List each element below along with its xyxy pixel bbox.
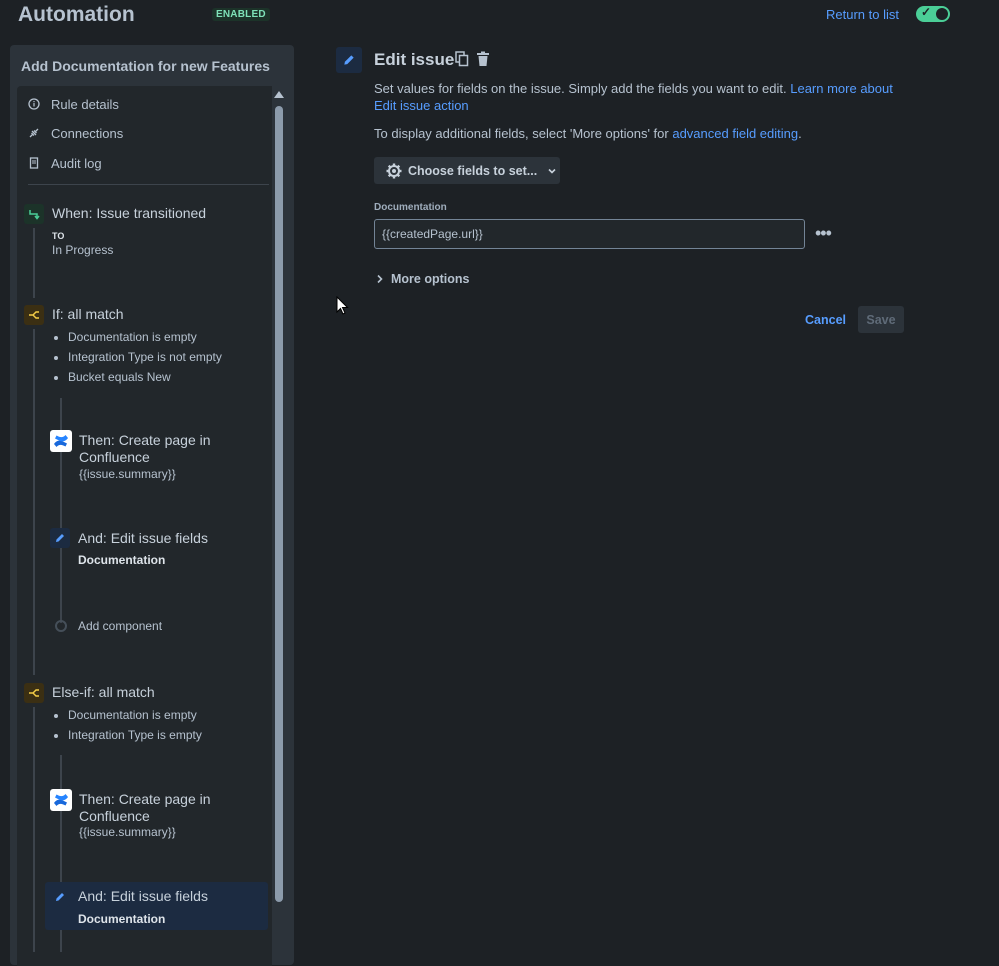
- condition-item: Integration Type is empty: [68, 725, 202, 745]
- add-component-link[interactable]: Add component: [78, 619, 162, 633]
- more-options-label: More options: [391, 272, 470, 286]
- flow-line: [33, 228, 35, 298]
- additional-fields-hint: To display additional fields, select 'Mo…: [374, 126, 802, 141]
- chevron-down-icon: [547, 166, 557, 176]
- choose-fields-label: Choose fields to set...: [408, 163, 538, 178]
- pencil-icon: [336, 47, 362, 73]
- copy-icon[interactable]: [455, 51, 469, 70]
- confluence-icon: [50, 430, 72, 452]
- edit-fields-title[interactable]: And: Edit issue fields: [78, 530, 208, 546]
- rule-enabled-toggle[interactable]: ✓: [916, 5, 950, 22]
- trigger-icon: [24, 204, 44, 224]
- hint-text: To display additional fields, select 'Mo…: [374, 126, 673, 141]
- create-page-title[interactable]: Then: Create page in: [79, 791, 211, 807]
- scroll-up-arrow-icon[interactable]: [274, 91, 284, 98]
- documentation-field[interactable]: [374, 219, 805, 249]
- confluence-icon: [50, 789, 72, 811]
- create-page-title-line2: Confluence: [79, 449, 150, 465]
- more-actions-icon[interactable]: •••: [815, 223, 832, 244]
- sidebar-item-label: Audit log: [51, 155, 102, 171]
- condition-icon: [24, 305, 44, 325]
- rule-name: Add Documentation for new Features: [21, 58, 270, 74]
- check-icon: ✓: [921, 5, 932, 19]
- trash-icon[interactable]: [476, 51, 490, 70]
- component-description: Set values for fields on the issue. Simp…: [374, 80, 904, 114]
- condition-item: Documentation is empty: [68, 327, 222, 347]
- toggle-knob: [936, 8, 948, 20]
- trigger-title[interactable]: When: Issue transitioned: [52, 205, 206, 221]
- sidebar-item-label: Connections: [51, 125, 124, 141]
- pencil-icon: [50, 887, 70, 907]
- add-component-dot: [55, 620, 67, 632]
- edit-fields-title[interactable]: And: Edit issue fields: [78, 888, 208, 904]
- save-button[interactable]: Save: [858, 306, 904, 333]
- condition-item: Integration Type is not empty: [68, 347, 222, 367]
- chevron-right-icon: [376, 274, 384, 284]
- sidebar-item-connections[interactable]: Connections: [28, 122, 258, 144]
- component-title: Edit issue: [374, 50, 455, 69]
- else-if-condition-list: Documentation is empty Integration Type …: [52, 705, 202, 745]
- create-page-title[interactable]: Then: Create page in: [79, 432, 211, 448]
- edit-fields-field: Documentation: [78, 912, 166, 926]
- status-badge: ENABLED: [212, 8, 270, 21]
- if-condition-list: Documentation is empty Integration Type …: [52, 327, 222, 387]
- return-to-list-link[interactable]: Return to list: [826, 7, 899, 22]
- more-options-toggle[interactable]: More options: [376, 272, 469, 286]
- trigger-to-label: TO: [52, 231, 65, 241]
- else-if-condition-title[interactable]: Else-if: all match: [52, 684, 155, 700]
- edit-fields-field: Documentation: [78, 553, 166, 567]
- cancel-button[interactable]: Cancel: [800, 306, 851, 333]
- plug-icon: [28, 127, 40, 139]
- create-page-subtitle: {{issue.summary}}: [79, 467, 176, 481]
- if-condition-title[interactable]: If: all match: [52, 306, 124, 322]
- hint-suffix: .: [798, 126, 802, 141]
- flow-line: [33, 707, 35, 952]
- mouse-cursor-icon: [336, 295, 350, 319]
- sidebar-item-label: Rule details: [51, 96, 119, 112]
- create-page-title-line2: Confluence: [79, 808, 150, 824]
- choose-fields-button[interactable]: Choose fields to set...: [374, 157, 560, 184]
- pencil-icon: [50, 528, 70, 548]
- advanced-field-editing-link[interactable]: advanced field editing: [672, 126, 798, 141]
- flow-line: [33, 329, 35, 675]
- sidebar-divider: [28, 184, 269, 185]
- gear-icon: [386, 163, 402, 179]
- trigger-to-value: In Progress: [52, 243, 114, 257]
- page-title: Automation: [18, 3, 135, 26]
- condition-item: Documentation is empty: [68, 705, 202, 725]
- scrollbar-thumb[interactable]: [275, 106, 283, 902]
- document-icon: [28, 157, 40, 169]
- description-text: Set values for fields on the issue. Simp…: [374, 81, 791, 96]
- documentation-field-label: Documentation: [374, 202, 447, 213]
- condition-icon: [24, 683, 44, 703]
- sidebar-item-audit-log[interactable]: Audit log: [28, 152, 258, 174]
- sidebar-item-rule-details[interactable]: Rule details: [28, 93, 258, 115]
- info-icon: [28, 98, 40, 110]
- create-page-subtitle: {{issue.summary}}: [79, 825, 176, 839]
- condition-item: Bucket equals New: [68, 367, 222, 387]
